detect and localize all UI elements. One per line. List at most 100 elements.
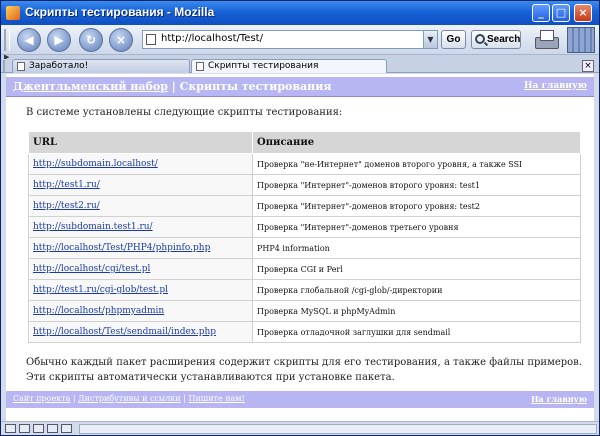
breadcrumb-link-home-set[interactable]: Джентльменский набор	[13, 80, 168, 93]
search-button-label: Search	[487, 34, 521, 45]
column-header-description: Описание	[252, 131, 581, 154]
url-cell: http://subdomain.localhost/	[28, 153, 253, 175]
go-button[interactable]: Go	[441, 30, 466, 49]
tab-strip: Заработало! Скрипты тестирования ×	[1, 59, 599, 73]
url-cell: http://localhost/Test/PHP4/phpinfo.php	[28, 237, 253, 259]
chevron-down-icon: ▼	[427, 35, 434, 44]
url-cell: http://test1.ru/cgi-glob/test.pl	[28, 279, 253, 301]
mail-icon[interactable]	[19, 424, 30, 433]
reload-button[interactable]: ↻	[79, 28, 103, 52]
scripts-table: URL Описание http://subdomain.localhost/…	[28, 131, 581, 343]
navigator-icon[interactable]	[5, 424, 16, 433]
home-link-bottom[interactable]: На главную	[531, 394, 587, 404]
footer-separator: |	[70, 394, 79, 403]
url-cell: http://localhost/cgi/test.pl	[28, 258, 253, 280]
tab-test-scripts[interactable]: Скрипты тестирования	[191, 59, 387, 73]
table-row: http://localhost/Test/PHP4/phpinfo.php P…	[28, 237, 581, 259]
tab-page-icon	[17, 62, 25, 71]
script-link[interactable]: http://localhost/Test/sendmail/index.php	[33, 327, 216, 337]
description-cell: Проверка MySQL и phpMyAdmin	[252, 300, 581, 322]
description-cell: Проверка CGI и Perl	[252, 258, 581, 280]
script-link[interactable]: http://test2.ru/	[33, 201, 100, 211]
mozilla-app-icon	[6, 6, 20, 20]
page-footer: Сайт проекта | Дистрибутивы и ссылки | П…	[6, 391, 594, 408]
page-content: Джентльменский набор | Скрипты тестирова…	[6, 74, 594, 421]
close-tab-button[interactable]: ×	[582, 60, 594, 72]
reload-icon: ↻	[85, 33, 97, 47]
description-cell: Проверка отладочной заглушки для sendmai…	[252, 321, 581, 343]
description-cell: Проверка "Интернет"-доменов второго уров…	[252, 174, 581, 196]
close-icon: ×	[584, 61, 592, 71]
script-link[interactable]: http://subdomain.localhost/	[33, 159, 158, 169]
composer-icon[interactable]	[33, 424, 44, 433]
page-header: Джентльменский набор | Скрипты тестирова…	[6, 77, 594, 97]
table-row: http://subdomain.localhost/ Проверка "не…	[28, 153, 581, 175]
minimize-button[interactable]: _	[532, 4, 550, 22]
description-cell: Проверка "Интернет"-доменов второго уров…	[252, 195, 581, 217]
script-link[interactable]: http://subdomain.test1.ru/	[33, 222, 153, 232]
title-bar[interactable]: Скрипты тестирования - Mozilla _ □ ×	[1, 1, 599, 25]
footer-link-distributions[interactable]: Дистрибутивы и ссылки	[78, 394, 181, 403]
navigation-toolbar: ◀ ▶ ↻ × http://localhost/Test/ ▼ Go Sear…	[1, 25, 599, 55]
forward-arrow-icon: ▶	[54, 33, 64, 47]
table-row: http://localhost/cgi/test.pl Проверка CG…	[28, 258, 581, 280]
description-cell: PHP4 information	[252, 237, 581, 259]
url-input[interactable]: http://localhost/Test/ ▼	[142, 30, 438, 49]
tab-label: Скрипты тестирования	[208, 61, 319, 71]
tab-page-icon	[196, 62, 204, 71]
status-text-panel	[79, 424, 597, 434]
url-cell: http://subdomain.test1.ru/	[28, 216, 253, 238]
stop-button[interactable]: ×	[109, 28, 133, 52]
tab-strip-grip[interactable]	[3, 60, 8, 72]
description-cell: Проверка глобальной /cgi-glob/-директори…	[252, 279, 581, 301]
status-bar	[1, 421, 599, 435]
tab-zarabotalo[interactable]: Заработало!	[12, 59, 190, 73]
chat-icon[interactable]	[47, 424, 58, 433]
table-row: http://localhost/Test/sendmail/index.php…	[28, 321, 581, 343]
address-book-icon[interactable]	[61, 424, 72, 433]
back-button[interactable]: ◀	[17, 28, 41, 52]
search-icon	[475, 34, 485, 44]
search-button[interactable]: Search	[471, 30, 521, 49]
url-cell: http://test1.ru/	[28, 174, 253, 196]
url-text: http://localhost/Test/	[161, 33, 263, 44]
outro-text: Обычно каждый пакет расширения содержит …	[26, 357, 582, 383]
table-header-row: URL Описание	[28, 131, 581, 154]
footer-link-project-site[interactable]: Сайт проекта	[13, 394, 70, 403]
browser-window: Скрипты тестирования - Mozilla _ □ × ◀ ▶…	[0, 0, 600, 436]
maximize-button[interactable]: □	[552, 4, 570, 22]
home-link-top[interactable]: На главную	[524, 81, 587, 91]
footer-links: Сайт проекта | Дистрибутивы и ссылки | П…	[13, 394, 245, 403]
url-cell: http://localhost/phpmyadmin	[28, 300, 253, 322]
script-link[interactable]: http://test1.ru/cgi-glob/test.pl	[33, 285, 168, 295]
script-link[interactable]: http://localhost/phpmyadmin	[33, 306, 164, 316]
table-row: http://test2.ru/ Проверка "Интернет"-дом…	[28, 195, 581, 217]
url-history-dropdown[interactable]: ▼	[423, 31, 437, 48]
back-arrow-icon: ◀	[24, 33, 34, 47]
page-icon	[146, 34, 156, 45]
forward-button[interactable]: ▶	[47, 28, 71, 52]
table-row: http://test1.ru/ Проверка "Интернет"-дом…	[28, 174, 581, 196]
table-row: http://test1.ru/cgi-glob/test.pl Проверк…	[28, 279, 581, 301]
description-cell: Проверка "Интернет"-доменов третьего уро…	[252, 216, 581, 238]
print-icon[interactable]	[533, 28, 559, 52]
throbber-icon[interactable]	[567, 27, 595, 53]
script-link[interactable]: http://localhost/cgi/test.pl	[33, 264, 150, 274]
table-row: http://localhost/phpmyadmin Проверка MyS…	[28, 300, 581, 322]
url-cell: http://test2.ru/	[28, 195, 253, 217]
breadcrumb: Джентльменский набор | Скрипты тестирова…	[13, 80, 332, 93]
column-header-url: URL	[28, 131, 253, 154]
intro-text: В системе установлены следующие скрипты …	[26, 107, 343, 118]
stop-icon: ×	[115, 33, 127, 47]
script-link[interactable]: http://localhost/Test/PHP4/phpinfo.php	[33, 243, 210, 253]
breadcrumb-current: Скрипты тестирования	[179, 80, 332, 93]
toolbar-grip[interactable]	[4, 29, 10, 51]
script-link[interactable]: http://test1.ru/	[33, 180, 100, 190]
description-cell: Проверка "не-Интернет" доменов второго у…	[252, 153, 581, 175]
tab-label: Заработало!	[29, 61, 89, 71]
table-row: http://subdomain.test1.ru/ Проверка "Инт…	[28, 216, 581, 238]
close-window-button[interactable]: ×	[574, 4, 592, 22]
url-cell: http://localhost/Test/sendmail/index.php	[28, 321, 253, 343]
breadcrumb-separator: |	[167, 80, 180, 93]
footer-link-contact[interactable]: Пишите нам!	[188, 394, 244, 403]
